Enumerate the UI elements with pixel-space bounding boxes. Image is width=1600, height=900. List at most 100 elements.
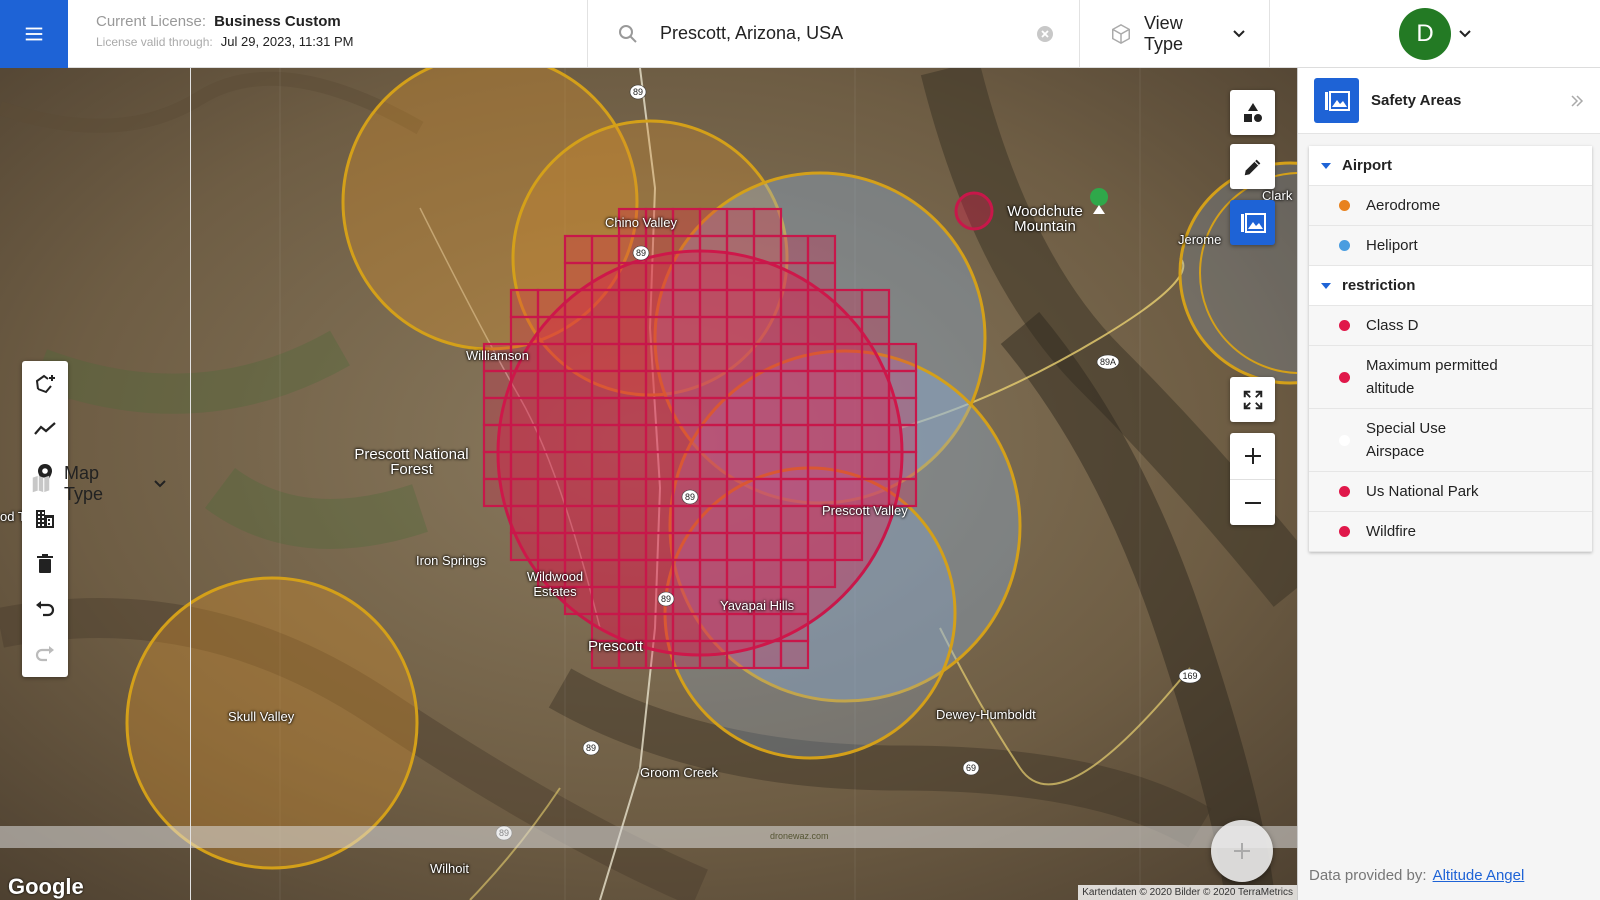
restriction-cell xyxy=(806,477,837,508)
hamburger-icon xyxy=(25,27,43,41)
restriction-cell xyxy=(644,369,675,400)
place-label: Skull Valley xyxy=(228,709,295,724)
safety-areas-panel: Safety Areas Airport Aerodrome Heliport … xyxy=(1297,68,1600,900)
svg-text:89A: 89A xyxy=(1100,357,1116,367)
zoom-in-button[interactable] xyxy=(1230,433,1275,479)
restriction-cell xyxy=(725,396,756,427)
restriction-cell xyxy=(536,342,567,373)
wildfire-zone xyxy=(954,191,994,231)
restriction-cell xyxy=(644,342,675,373)
shapes-button[interactable] xyxy=(1230,90,1275,135)
restriction-cell xyxy=(752,369,783,400)
data-provider-link[interactable]: Altitude Angel xyxy=(1433,867,1525,884)
restriction-cell xyxy=(671,234,702,265)
restriction-cell xyxy=(644,639,675,670)
restriction-cell xyxy=(617,504,648,535)
restriction-cell xyxy=(833,315,864,346)
menu-button[interactable] xyxy=(0,0,68,68)
restriction-cell xyxy=(644,423,675,454)
restriction-cell xyxy=(563,423,594,454)
legend-item-max-altitude[interactable]: Maximum permitted altitude xyxy=(1309,346,1592,409)
restriction-cell xyxy=(752,558,783,589)
restriction-cell xyxy=(698,612,729,643)
restriction-cell xyxy=(887,477,918,508)
fullscreen-button[interactable] xyxy=(1230,377,1275,422)
restriction-cell xyxy=(779,369,810,400)
restriction-cell xyxy=(698,504,729,535)
add-fab-button[interactable] xyxy=(1211,820,1273,882)
restriction-cell xyxy=(644,531,675,562)
place-label: Groom Creek xyxy=(640,765,719,780)
group-restriction[interactable]: restriction xyxy=(1309,266,1592,306)
place-label: Yavapai Hills xyxy=(720,598,795,613)
legend-item-wildfire[interactable]: Wildfire xyxy=(1309,512,1592,552)
restriction-cell xyxy=(779,423,810,454)
view-type-dropdown[interactable]: View Type xyxy=(1080,0,1270,67)
restriction-cell xyxy=(482,423,513,454)
restriction-cell xyxy=(509,423,540,454)
restriction-cell xyxy=(644,396,675,427)
restriction-cell xyxy=(536,504,567,535)
restriction-cell xyxy=(779,288,810,319)
restriction-cell xyxy=(860,288,891,319)
restriction-cell xyxy=(806,396,837,427)
restriction-cell xyxy=(887,423,918,454)
restriction-cell xyxy=(536,315,567,346)
restriction-cell xyxy=(644,315,675,346)
restriction-cell xyxy=(779,477,810,508)
zoom-out-button[interactable] xyxy=(1230,479,1275,525)
restriction-cell xyxy=(671,288,702,319)
edit-button[interactable] xyxy=(1230,144,1275,189)
safety-areas-icon xyxy=(1240,212,1266,233)
restriction-cell xyxy=(860,423,891,454)
national-park-dot-icon xyxy=(1339,486,1350,497)
cube-icon xyxy=(1112,23,1130,44)
collapse-panel-icon[interactable] xyxy=(1570,94,1584,108)
restriction-cell xyxy=(590,315,621,346)
restriction-cell xyxy=(752,288,783,319)
restriction-cell xyxy=(671,531,702,562)
restriction-cell xyxy=(590,558,621,589)
map-type-dropdown[interactable]: Map Type xyxy=(0,68,191,900)
restriction-cell xyxy=(698,639,729,670)
shapes-icon xyxy=(1243,102,1262,122)
legend-label: Special Use Airspace xyxy=(1366,420,1447,460)
place-label: Prescott National Forest xyxy=(354,446,469,478)
legend-label: Heliport xyxy=(1366,237,1418,254)
restriction-cell xyxy=(536,531,567,562)
restriction-cell xyxy=(590,504,621,535)
restriction-cell xyxy=(725,234,756,265)
clear-icon[interactable] xyxy=(1035,24,1055,44)
legend-label: Us National Park xyxy=(1366,483,1479,500)
location-search xyxy=(588,0,1080,67)
restriction-cell xyxy=(509,369,540,400)
safety-areas-button[interactable] xyxy=(1230,200,1275,245)
map-canvas[interactable]: 89 89 89 89 89 89 89A 169 69 Chino Valle… xyxy=(0,68,1297,900)
restriction-cell xyxy=(698,234,729,265)
restriction-cell xyxy=(698,207,729,238)
svg-text:89: 89 xyxy=(586,743,596,753)
legend-label: Class D xyxy=(1366,317,1419,334)
restriction-cell xyxy=(887,450,918,481)
restriction-cell xyxy=(779,612,810,643)
restriction-cell xyxy=(644,261,675,292)
restriction-cell xyxy=(617,558,648,589)
restriction-cell xyxy=(671,639,702,670)
user-menu[interactable]: D xyxy=(1270,0,1600,67)
restriction-cell xyxy=(509,477,540,508)
restriction-cell xyxy=(806,342,837,373)
legend-item-heliport[interactable]: Heliport xyxy=(1309,226,1592,266)
group-airport[interactable]: Airport xyxy=(1309,146,1592,186)
legend-item-aerodrome[interactable]: Aerodrome xyxy=(1309,186,1592,226)
restriction-cell xyxy=(590,396,621,427)
restriction-cell xyxy=(725,207,756,238)
restriction-cell xyxy=(860,342,891,373)
restriction-cell xyxy=(590,288,621,319)
legend-item-class-d[interactable]: Class D xyxy=(1309,306,1592,346)
restriction-cell xyxy=(536,396,567,427)
search-input[interactable] xyxy=(660,23,1035,44)
legend-item-special-use[interactable]: Special Use Airspace xyxy=(1309,409,1592,472)
legend-item-national-park[interactable]: Us National Park xyxy=(1309,472,1592,512)
restriction-cell xyxy=(752,639,783,670)
avatar: D xyxy=(1399,7,1451,60)
